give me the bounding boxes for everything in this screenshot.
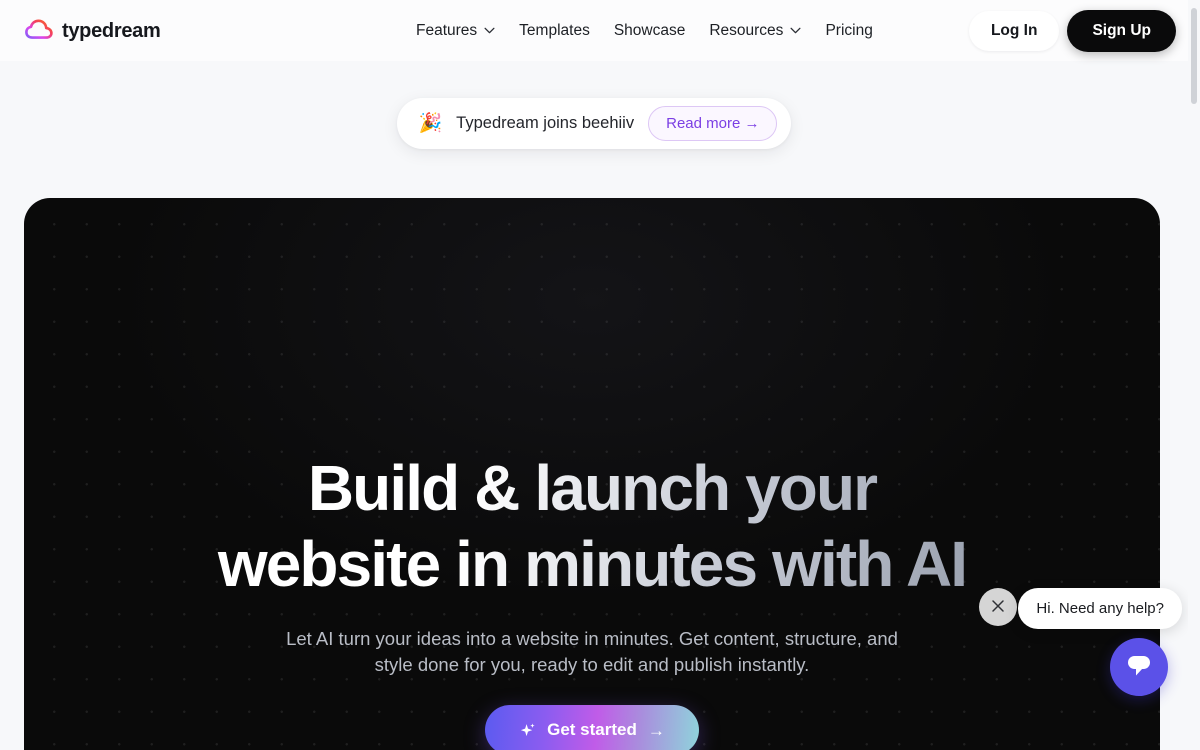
get-started-button[interactable]: Get started → (485, 705, 699, 750)
nav-item-label: Pricing (825, 21, 873, 39)
top-navigation-bar: typedream Features Templates Showcase Re… (0, 0, 1188, 61)
chat-launcher-button[interactable] (1110, 638, 1168, 696)
nav-actions: Log In Sign Up (968, 0, 1176, 61)
chevron-down-icon (484, 27, 495, 34)
nav-item-label: Showcase (613, 21, 686, 39)
close-icon (991, 599, 1005, 616)
hero-content: Build & launch your website in minutes w… (24, 198, 1160, 750)
page-scrollbar[interactable] (1188, 0, 1200, 750)
arrow-right-icon: → (647, 720, 665, 740)
nav-links: Features Templates Showcase Resources Pr… (404, 0, 885, 61)
chat-bubble-icon (1125, 653, 1153, 682)
signup-button[interactable]: Sign Up (1067, 9, 1176, 52)
read-more-button[interactable]: Read more → (648, 106, 778, 141)
page-root: typedream Features Templates Showcase Re… (0, 0, 1200, 750)
nav-item-label: Features (416, 21, 478, 39)
announcement-bar-wrapper: 🎉 Typedream joins beehiiv Read more → (0, 98, 1188, 149)
nav-item-label: Templates (519, 21, 590, 39)
hero-section: Build & launch your website in minutes w… (24, 198, 1160, 750)
chat-close-button[interactable] (979, 588, 1017, 626)
hero-subtitle: Let AI turn your ideas into a website in… (286, 628, 898, 675)
chat-greeting-message[interactable]: Hi. Need any help? (1018, 588, 1182, 629)
cloud-gradient-icon (24, 16, 54, 46)
sparkle-icon (519, 722, 536, 739)
nav-item-label: Resources (709, 21, 784, 39)
hero-title-line-2: website in minutes with AI (217, 528, 967, 600)
announcement-banner[interactable]: 🎉 Typedream joins beehiiv Read more → (396, 98, 792, 149)
scrollbar-thumb[interactable] (1191, 8, 1197, 104)
brand-logo[interactable]: typedream (24, 16, 161, 46)
login-button[interactable]: Log In (968, 10, 1060, 51)
nav-item-showcase[interactable]: Showcase (602, 14, 698, 48)
nav-item-resources[interactable]: Resources (697, 14, 813, 48)
brand-name: typedream (62, 19, 161, 42)
chevron-down-icon (790, 27, 801, 34)
party-popper-emoji: 🎉 (418, 113, 443, 134)
nav-item-features[interactable]: Features (404, 14, 507, 48)
page-title: Build & launch your website in minutes w… (212, 450, 972, 602)
get-started-label: Get started (547, 720, 637, 739)
nav-item-pricing[interactable]: Pricing (813, 14, 884, 48)
hero-title-line-1: Build & launch your (307, 452, 877, 524)
nav-item-templates[interactable]: Templates (507, 14, 602, 48)
announcement-text: Typedream joins beehiiv (456, 114, 635, 132)
